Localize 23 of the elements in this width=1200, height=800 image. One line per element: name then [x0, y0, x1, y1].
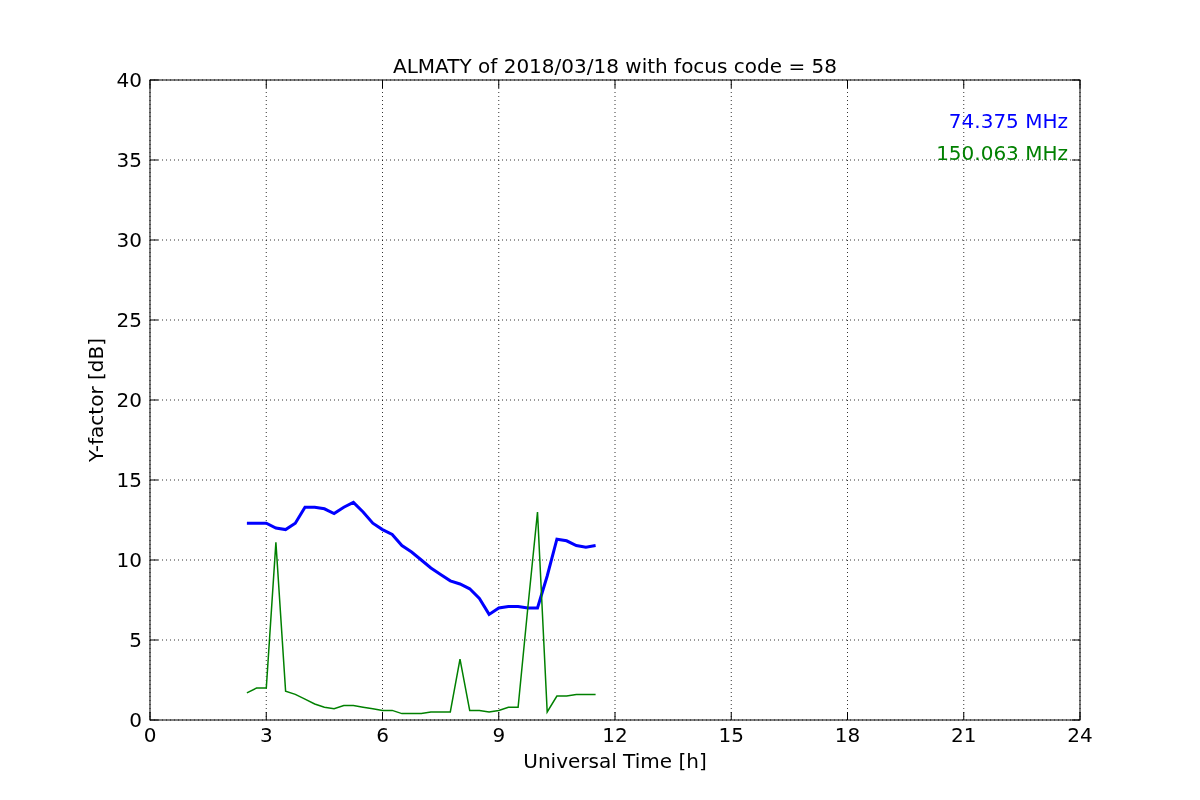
y-tick-label: 15 [116, 468, 142, 492]
chart-title: ALMATY of 2018/03/18 with focus code = 58 [393, 54, 837, 78]
x-tick-label: 24 [1067, 723, 1093, 747]
y-tick-label: 10 [116, 548, 142, 572]
x-tick-label: 3 [259, 723, 273, 747]
x-axis-label: Universal Time [h] [523, 749, 707, 773]
legend-label: 150.063 MHz [936, 141, 1068, 165]
y-tick-label: 25 [116, 308, 142, 332]
y-tick-label: 40 [116, 68, 142, 92]
x-tick-label: 15 [718, 723, 744, 747]
legend-label: 74.375 MHz [948, 109, 1068, 133]
x-tick-label: 9 [492, 723, 506, 747]
y-tick-label: 30 [116, 228, 142, 252]
y-axis-label: Y-factor [dB] [84, 338, 108, 462]
y-tick-label: 20 [116, 388, 142, 412]
x-tick-label: 18 [834, 723, 861, 747]
x-tick-label: 12 [602, 723, 628, 747]
y-tick-label: 35 [116, 148, 142, 172]
x-tick-label: 6 [376, 723, 389, 747]
x-tick-label: 0 [143, 723, 157, 747]
x-tick-label: 21 [951, 723, 977, 747]
y-tick-label: 0 [129, 708, 142, 732]
y-tick-label: 5 [129, 628, 142, 652]
